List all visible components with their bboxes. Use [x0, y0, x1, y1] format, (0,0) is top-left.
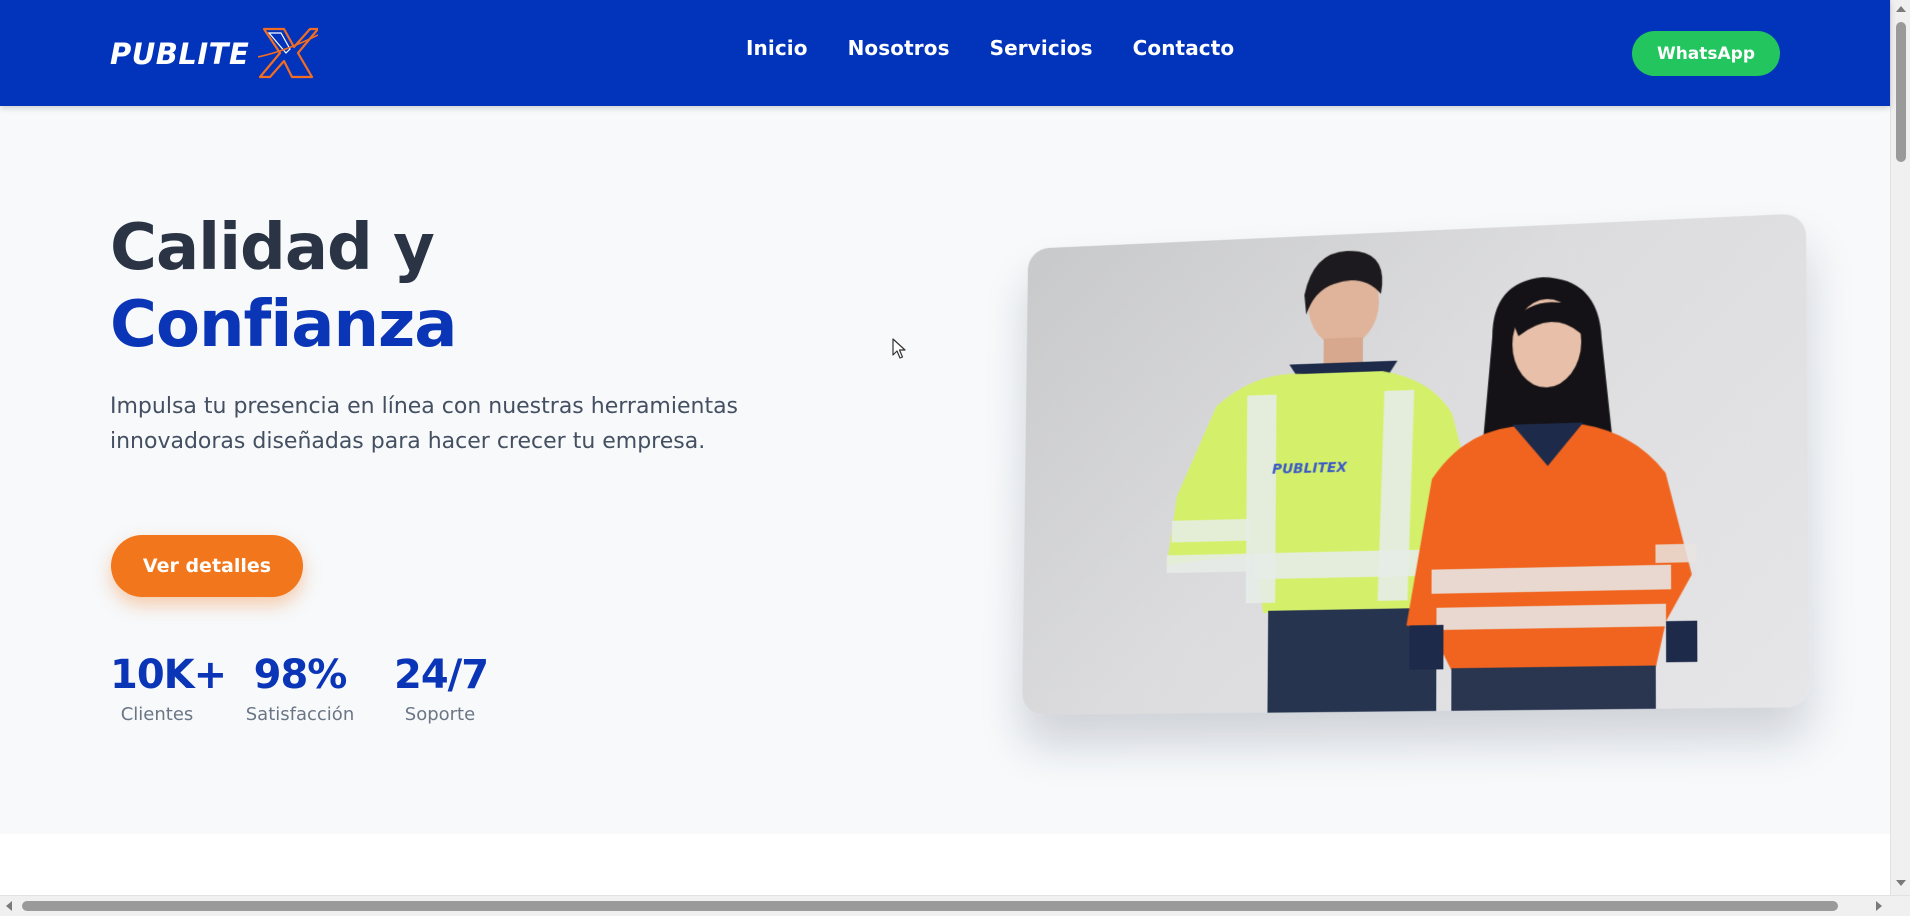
- stat-label: Satisfacción: [245, 704, 355, 725]
- ver-detalles-button[interactable]: Ver detalles: [111, 535, 303, 597]
- stat-label: Clientes: [120, 704, 194, 725]
- nav-link-nosotros[interactable]: Nosotros: [848, 36, 950, 60]
- vertical-scroll-thumb[interactable]: [1896, 22, 1906, 162]
- hero-image: PUBLITEX: [1012, 213, 1810, 716]
- hero-title-line1: Calidad y: [110, 211, 435, 285]
- hero-title-line2: Confianza: [110, 288, 457, 362]
- scroll-left-arrow-icon[interactable]: [6, 901, 12, 911]
- publitex-logo[interactable]: PUBLITE: [110, 27, 318, 79]
- nav-link-contacto[interactable]: Contacto: [1133, 36, 1235, 60]
- workers-photo: PUBLITEX: [1022, 213, 1810, 716]
- nav-link-servicios[interactable]: Servicios: [990, 36, 1093, 60]
- whatsapp-button[interactable]: WhatsApp: [1632, 31, 1780, 76]
- stat-label: Soporte: [404, 704, 476, 725]
- hero-section: Calidad y Confianza Impulsa tu presencia…: [0, 106, 1890, 834]
- stat-soporte: 24/7 Soporte: [394, 652, 489, 725]
- scroll-down-arrow-icon[interactable]: [1896, 880, 1906, 886]
- jacket-logo-text: PUBLITEX: [1272, 459, 1348, 477]
- logo-text: PUBLITE: [110, 37, 250, 71]
- arrow-cursor-icon: [892, 338, 906, 359]
- stat-value: 10K+: [110, 652, 227, 698]
- top-navbar: PUBLITE Inicio Nosotros Servicios Contac…: [0, 0, 1890, 106]
- workers-illustration: PUBLITEX: [1166, 249, 1698, 713]
- hero-title: Calidad y Confianza: [110, 210, 457, 364]
- hero-subtitle: Impulsa tu presencia en línea con nuestr…: [110, 394, 739, 454]
- logo-x-mark-icon: [258, 27, 318, 79]
- horizontal-scroll-thumb[interactable]: [22, 901, 1838, 911]
- scroll-up-arrow-icon[interactable]: [1896, 6, 1906, 12]
- main-menu: Inicio Nosotros Servicios Contacto: [746, 36, 1274, 60]
- stat-satisfaccion: 98% Satisfacción: [244, 652, 356, 725]
- scroll-right-arrow-icon[interactable]: [1876, 901, 1882, 911]
- stat-value: 98%: [253, 652, 348, 698]
- vertical-scrollbar[interactable]: [1890, 0, 1910, 895]
- stat-clientes: 10K+ Clientes: [110, 652, 227, 725]
- stat-value: 24/7: [394, 652, 489, 698]
- horizontal-scrollbar[interactable]: [0, 895, 1910, 916]
- nav-link-inicio[interactable]: Inicio: [746, 36, 808, 60]
